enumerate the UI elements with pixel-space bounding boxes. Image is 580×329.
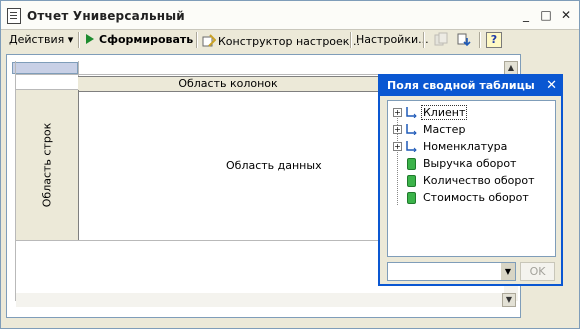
actions-label: Действия — [9, 33, 65, 46]
report-icon — [7, 8, 21, 24]
report-window: Отчет Универсальный _ □ ✕ Действия ▾ Сфо… — [0, 0, 580, 329]
resource-icon — [407, 175, 416, 187]
dimension-icon — [406, 141, 417, 152]
toolbar-separator — [196, 32, 197, 48]
tree-item-master[interactable]: + Мастер — [388, 121, 553, 138]
constructor-icon — [202, 34, 217, 47]
maximize-button[interactable]: □ — [538, 7, 554, 23]
generate-button[interactable]: Сформировать — [85, 31, 193, 49]
minimize-button[interactable]: _ — [518, 7, 534, 23]
tree-item-cost[interactable]: Стоимость оборот — [388, 189, 553, 206]
toolbar-separator — [78, 32, 79, 48]
generate-label: Сформировать — [99, 33, 194, 46]
panel-title: Поля сводной таблицы — [387, 79, 535, 92]
area-select[interactable]: ▼ — [387, 262, 516, 281]
pivot-fields-panel: Поля сводной таблицы ✕ + Клиент + Мастер… — [378, 74, 563, 286]
scroll-right-icon[interactable]: ▼ — [502, 293, 516, 307]
field-label: Стоимость оборот — [423, 191, 529, 204]
panel-header: Поля сводной таблицы ✕ — [380, 76, 561, 96]
tree-item-nomenclature[interactable]: + Номенклатура — [388, 138, 553, 155]
scroll-up-icon[interactable]: ▲ — [504, 61, 518, 75]
dimension-icon — [406, 107, 417, 118]
row-area[interactable]: Область строк — [16, 90, 79, 240]
load-settings-icon[interactable] — [456, 32, 472, 48]
copy-settings-icon[interactable] — [433, 32, 449, 48]
ok-button[interactable]: OK — [520, 262, 555, 281]
expand-icon[interactable]: + — [393, 108, 402, 117]
resource-icon — [407, 192, 416, 204]
tree-item-revenue[interactable]: Выручка оборот — [388, 155, 553, 172]
expand-icon[interactable]: + — [393, 142, 402, 151]
tree-item-quantity[interactable]: Количество оборот — [388, 172, 553, 189]
help-button[interactable]: ? — [486, 32, 502, 48]
row-area-label: Область строк — [40, 122, 54, 208]
settings-constructor-button[interactable]: Конструктор настроек... — [202, 31, 360, 49]
field-label: Клиент — [421, 105, 468, 120]
fields-tree[interactable]: + Клиент + Мастер + Номенклатура Выручка… — [387, 100, 556, 257]
chevron-down-icon: ▾ — [67, 33, 74, 46]
constructor-label: Конструктор настроек... — [218, 35, 360, 48]
toolbar-separator — [350, 32, 351, 48]
resource-icon — [407, 158, 416, 170]
toolbar-separator — [479, 32, 480, 48]
settings-button[interactable]: Настройки... — [356, 31, 429, 49]
column-area[interactable]: Область колонок — [78, 76, 378, 92]
window-title: Отчет Универсальный — [27, 9, 185, 23]
field-label: Выручка оборот — [423, 157, 517, 170]
toolbar-separator — [423, 32, 424, 48]
data-area-label: Область данных — [226, 159, 322, 172]
close-button[interactable]: ✕ — [558, 7, 574, 23]
actions-menu-button[interactable]: Действия ▾ — [9, 31, 73, 49]
close-icon[interactable]: ✕ — [546, 76, 557, 96]
toolbar: Действия ▾ Сформировать Конструктор наст… — [5, 29, 575, 51]
dimension-icon — [406, 124, 417, 135]
play-icon — [86, 34, 94, 44]
tree-item-client[interactable]: + Клиент — [388, 104, 553, 121]
field-label: Номенклатура — [423, 140, 508, 153]
expand-icon[interactable]: + — [393, 125, 402, 134]
field-label: Количество оборот — [423, 174, 535, 187]
chevron-down-icon[interactable]: ▼ — [501, 263, 515, 280]
title-bar: Отчет Универсальный _ □ ✕ — [1, 1, 579, 30]
selected-cell[interactable] — [12, 62, 78, 74]
horizontal-scrollbar[interactable]: ▼ — [16, 293, 516, 307]
field-label: Мастер — [423, 123, 466, 136]
